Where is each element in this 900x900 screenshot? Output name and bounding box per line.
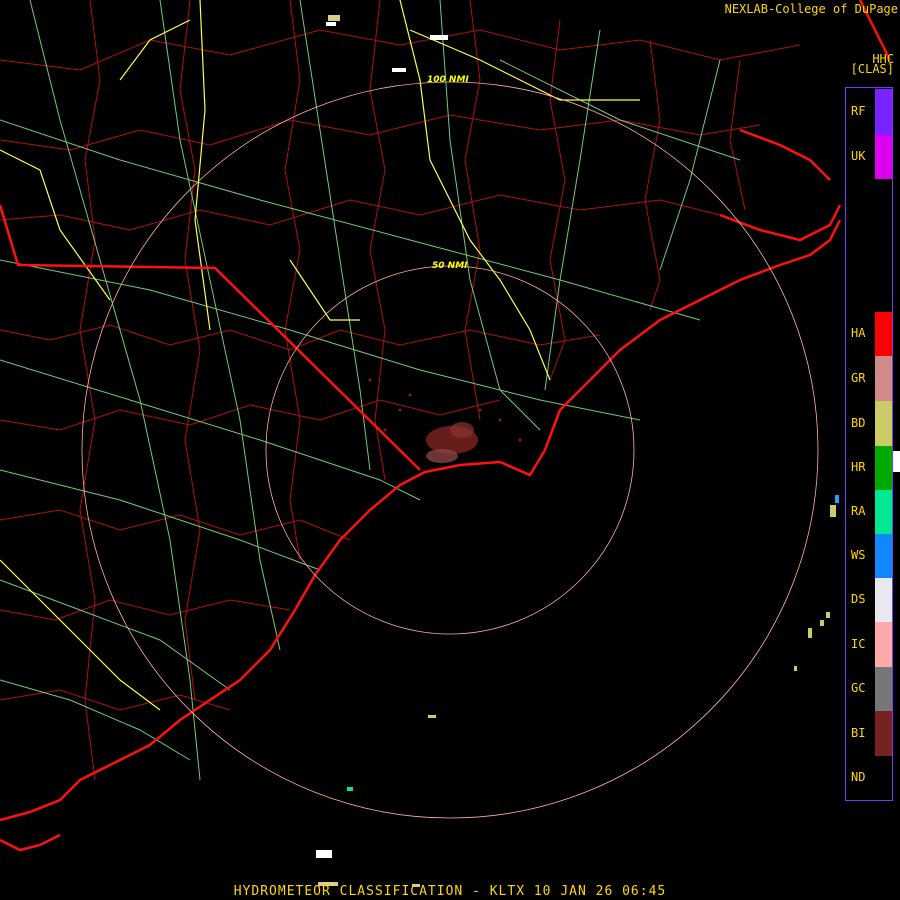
legend-swatch-ic — [875, 622, 892, 667]
legend-label-hr: HR — [851, 460, 866, 474]
side-tab-marker — [893, 451, 900, 472]
legend-label-ws: WS — [851, 548, 866, 562]
highways — [0, 0, 741, 781]
legend-swatch-rf — [875, 89, 892, 135]
legend-label-bd: BD — [851, 415, 866, 430]
ring-label-100: 100 NMI — [427, 75, 469, 85]
radar-display: 50 NMI 100 NMI NEXLAB-College of DuPage … — [0, 0, 900, 900]
legend-swatch-bd — [875, 401, 892, 446]
legend-swatch-bi — [875, 711, 892, 756]
legend-swatch-ws — [875, 534, 892, 578]
legend-swatch-gc — [875, 667, 892, 711]
legend-swatch-hr — [875, 446, 892, 490]
interstates — [0, 0, 640, 711]
ring-label-50: 50 NMI — [432, 261, 468, 271]
scattered-returns — [316, 15, 839, 887]
legend-label-uk: UK — [851, 149, 866, 163]
legend-label-ic: IC — [851, 636, 866, 651]
legend-swatch-ha — [875, 312, 892, 356]
radar-echoes — [368, 378, 522, 463]
legend-swatch-uk — [875, 135, 892, 179]
legend-swatch-ds — [875, 578, 892, 622]
mode-label: [CLAS] — [850, 62, 894, 76]
legend-swatch-ra — [875, 490, 892, 534]
state-border-and-coast — [0, 0, 892, 852]
legend-label-ra: RA — [851, 504, 866, 518]
legend-label-ds: DS — [851, 592, 866, 606]
legend-label-nd: ND — [851, 770, 866, 784]
legend-swatch-nd — [875, 756, 892, 800]
credit-label: NEXLAB-College of DuPage — [724, 2, 898, 16]
legend-label-bi: BI — [851, 725, 866, 740]
legend-swatch-gr — [875, 356, 892, 401]
radar-map: 50 NMI 100 NMI — [0, 0, 892, 887]
legend-label-gr: GR — [851, 370, 866, 385]
legend-label-rf: RF — [851, 104, 866, 118]
product-title-footer: HYDROMETEOR CLASSIFICATION - KLTX 10 JAN… — [233, 884, 667, 899]
county-borders — [0, 0, 801, 781]
legend-label-gc: GC — [851, 681, 866, 695]
legend-label-ha: HA — [851, 326, 866, 340]
